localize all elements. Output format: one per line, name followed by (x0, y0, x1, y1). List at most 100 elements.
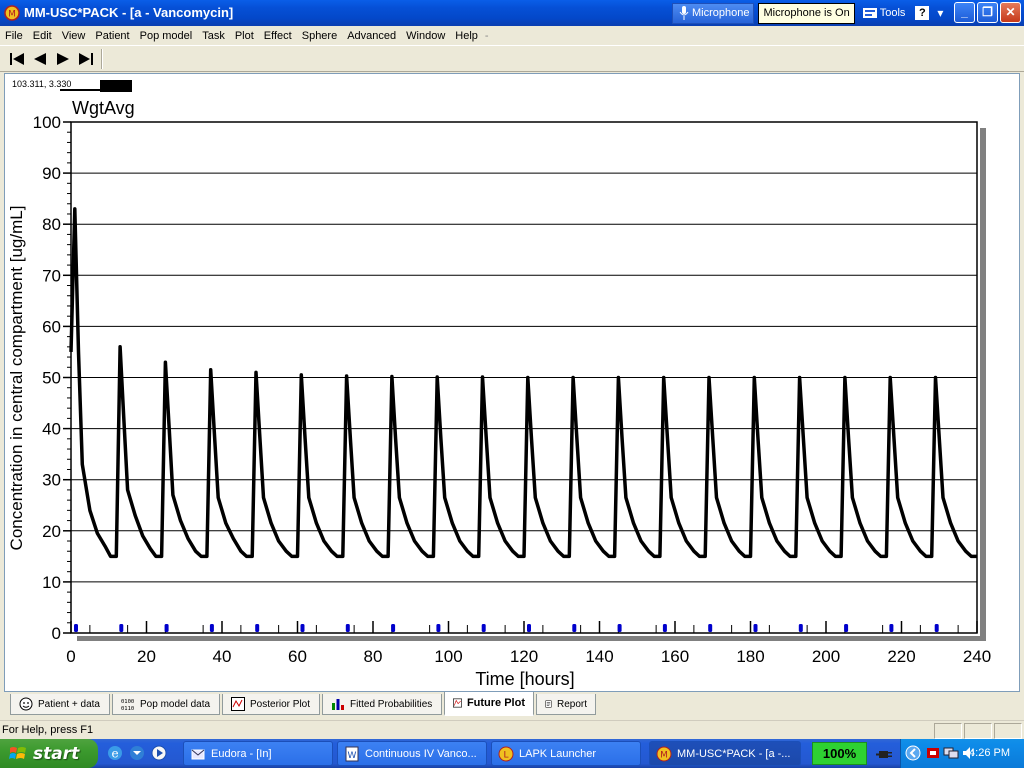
dose-marker (74, 624, 78, 632)
x-tick-label: 220 (887, 647, 915, 666)
dose-marker (662, 624, 667, 632)
dose-marker (708, 624, 713, 632)
status-panel-2 (964, 723, 992, 739)
tab-future-plot[interactable]: Future Plot (444, 692, 534, 716)
dose-marker (300, 624, 305, 632)
status-panel-3 (994, 723, 1022, 739)
y-tick-label: 50 (42, 369, 61, 388)
svg-text:M: M (660, 750, 668, 760)
dose-marker (934, 624, 939, 632)
taskbar-continuous-iv-doc[interactable]: W Continuous IV Vanco... (337, 741, 487, 766)
future-plot-icon (453, 698, 462, 708)
dose-marker (345, 624, 350, 632)
x-tick-label: 40 (213, 647, 232, 666)
x-tick-label: 160 (661, 647, 689, 666)
posterior-plot-icon (231, 697, 245, 711)
svg-text:e: e (111, 747, 118, 761)
dose-marker (798, 624, 803, 632)
taskbar-eudora[interactable]: Eudora - [In] (183, 741, 333, 766)
security-alert-icon[interactable] (925, 745, 941, 761)
x-axis-label: Time [hours] (475, 669, 574, 689)
dose-marker (617, 624, 622, 632)
dose-marker (527, 624, 531, 632)
x-tick-label: 140 (585, 647, 613, 666)
dose-marker (436, 624, 441, 632)
dose-marker (572, 624, 577, 632)
x-tick-label: 60 (288, 647, 307, 666)
media-player-icon[interactable] (150, 744, 168, 762)
task-label: LAPK Launcher (519, 747, 597, 760)
y-axis-label: Concentration in central compartment [ug… (7, 206, 26, 551)
taskbar-lapk-launcher[interactable]: L LAPK Launcher (491, 741, 641, 766)
mm-usc-icon: M (656, 746, 672, 761)
y-tick-label: 40 (42, 420, 61, 439)
y-tick-label: 90 (42, 164, 61, 183)
tab-patient-data[interactable]: Patient + data (10, 694, 110, 715)
power-plug-icon[interactable] (876, 745, 894, 763)
y-tick-label: 60 (42, 317, 61, 336)
start-button[interactable]: start (0, 739, 98, 768)
network-icon[interactable] (943, 745, 959, 761)
dose-marker (164, 624, 169, 632)
x-tick-label: 240 (963, 647, 991, 666)
concentration-chart[interactable]: 0 10 20 30 40 50 60 70 80 90 100 0 20 40 60 80 100 120 14… (0, 0, 1024, 768)
x-tick-label: 200 (812, 647, 840, 666)
y-tick-label: 30 (42, 471, 61, 490)
internet-explorer-icon[interactable]: e (106, 744, 124, 762)
status-text: For Help, press F1 (2, 724, 94, 736)
word-doc-icon: W (345, 746, 359, 761)
view-tabs: Patient + data 0100 0110 Pop model data … (0, 692, 1024, 718)
taskbar: start e Eudora - [In] W Continuous IV Va… (0, 739, 1024, 768)
tab-label: Future Plot (466, 697, 525, 709)
tray-expand-icon[interactable] (905, 745, 921, 761)
windows-logo-icon (9, 746, 26, 759)
y-tick-label: 10 (42, 573, 61, 592)
eudora-icon (191, 749, 205, 759)
svg-text:L: L (503, 750, 508, 760)
lapk-icon: L (498, 746, 514, 761)
dose-marker (255, 624, 260, 632)
system-tray: 4:26 PM (900, 739, 1024, 768)
tab-fitted-probabilities[interactable]: Fitted Probabilities (322, 694, 442, 715)
svg-text:0110: 0110 (121, 706, 134, 711)
patient-icon (19, 697, 33, 711)
dose-marker (119, 624, 124, 632)
dose-marker (753, 624, 758, 632)
dose-marker (391, 624, 396, 632)
tab-label: Pop model data (140, 698, 211, 710)
status-panel-1 (934, 723, 962, 739)
zoom-indicator[interactable]: 100% (812, 742, 867, 765)
start-label: start (33, 743, 80, 764)
dose-marker (844, 624, 849, 632)
plot-shadow-bottom (77, 636, 986, 641)
x-tick-label: 0 (66, 647, 75, 666)
dose-marker (481, 624, 486, 632)
tab-label: Report (556, 698, 587, 710)
quick-launch: e (106, 744, 168, 762)
y-tick-label: 80 (42, 215, 61, 234)
y-tick-label: 70 (42, 266, 61, 285)
svg-text:0100: 0100 (121, 699, 134, 705)
x-tick-label: 80 (364, 647, 383, 666)
tab-pop-model-data[interactable]: 0100 0110 Pop model data (112, 694, 220, 715)
tab-label: Fitted Probabilities (350, 698, 433, 710)
svg-text:W: W (348, 751, 357, 761)
taskbar-mm-usc-pack[interactable]: M MM-USC*PACK - [a -... (649, 741, 801, 766)
chart-title: WgtAvg (72, 98, 135, 118)
binary-data-icon: 0100 0110 (121, 699, 134, 711)
bar-chart-icon (332, 699, 344, 710)
x-tick-label: 120 (510, 647, 538, 666)
tab-posterior-plot[interactable]: Posterior Plot (222, 694, 320, 715)
dose-marker (889, 624, 894, 632)
plot-shadow-right (980, 128, 986, 641)
status-bar: For Help, press F1 (0, 720, 1024, 739)
clock: 4:26 PM (969, 747, 1010, 759)
x-tick-label: 100 (434, 647, 462, 666)
tab-label: Posterior Plot (250, 698, 311, 710)
x-tick-label: 20 (137, 647, 156, 666)
tab-report[interactable]: Report (536, 694, 596, 715)
y-tick-label: 100 (33, 113, 61, 132)
outlook-express-icon[interactable] (128, 744, 146, 762)
report-icon (545, 700, 552, 708)
y-axis: 0 10 20 30 40 50 60 70 80 90 100 (33, 113, 71, 643)
